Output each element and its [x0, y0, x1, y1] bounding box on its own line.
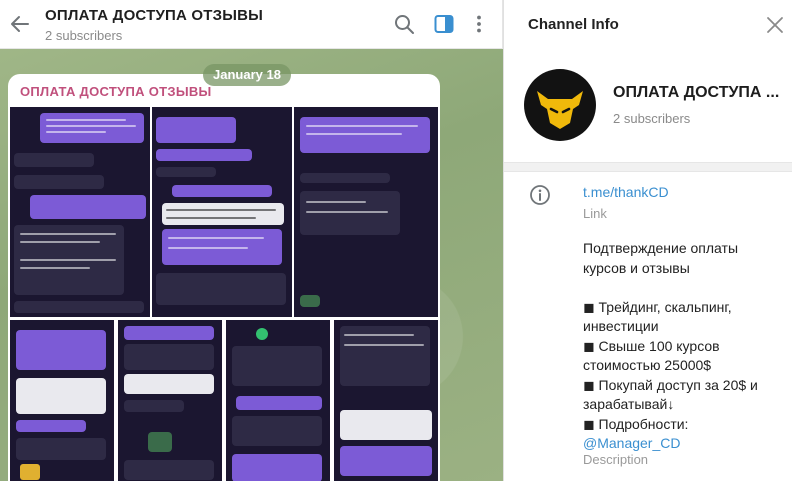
description-line: ◼ Трейдинг, скальпинг, инвестиции — [583, 298, 732, 335]
chat-header[interactable]: ОПЛАТА ДОСТУПА ОТЗЫВЫ 2 subscribers — [0, 0, 503, 49]
review-screenshot-7[interactable] — [334, 320, 438, 481]
post-author[interactable]: ОПЛАТА ДОСТУПА ОТЗЫВЫ — [20, 84, 212, 99]
review-screenshot-4[interactable] — [10, 320, 114, 481]
bull-logo-icon — [537, 91, 583, 129]
channel-name: ОПЛАТА ДОСТУПА ... — [613, 84, 780, 101]
more-vertical-icon[interactable] — [468, 13, 490, 35]
search-icon[interactable] — [393, 13, 415, 35]
channel-avatar[interactable] — [524, 69, 596, 141]
date-separator: January 18 — [203, 64, 291, 86]
review-screenshot-5[interactable] — [118, 320, 222, 481]
review-screenshot-1[interactable] — [10, 107, 150, 317]
channel-subscribers: 2 subscribers — [613, 111, 691, 126]
channel-info-panel: Channel Info ОПЛАТА ДОСТУПА ... 2 subscr… — [503, 0, 792, 481]
review-screenshot-2[interactable] — [152, 107, 292, 317]
description-line: ◼ Свыше 100 курсов стоимостью 25000$ — [583, 337, 720, 374]
close-icon[interactable] — [766, 16, 784, 34]
description-label: Description — [583, 452, 649, 467]
review-screenshot-3[interactable] — [294, 107, 438, 317]
chat-title[interactable]: ОПЛАТА ДОСТУПА ОТЗЫВЫ — [45, 7, 263, 24]
arrow-left-icon[interactable] — [9, 13, 31, 35]
info-circle-icon — [530, 185, 550, 205]
manager-mention-link[interactable]: @Manager_CD — [583, 434, 783, 454]
section-divider — [504, 162, 792, 172]
sidebar-toggle-icon[interactable] — [433, 13, 455, 35]
channel-link[interactable]: t.me/thankCD — [583, 184, 669, 200]
description-line: ◼ Подробности: — [583, 415, 689, 432]
channel-description: Подтверждение оплаты курсов и отзывы ◼ Т… — [583, 239, 783, 454]
chat-subscribers: 2 subscribers — [45, 28, 123, 43]
description-intro: Подтверждение оплаты курсов и отзывы — [583, 240, 739, 276]
review-screenshot-6[interactable] — [226, 320, 330, 481]
panel-title: Channel Info — [528, 16, 619, 33]
link-label: Link — [583, 206, 607, 221]
channel-post[interactable]: ОПЛАТА ДОСТУПА ОТЗЫВЫ — [8, 74, 440, 481]
description-line: ◼ Покупай доступ за 20$ и зарабатывай↓ — [583, 376, 758, 413]
chat-pane: ОПЛАТА ДОСТУПА ОТЗЫВЫ 2 subscribers Janu… — [0, 0, 503, 481]
